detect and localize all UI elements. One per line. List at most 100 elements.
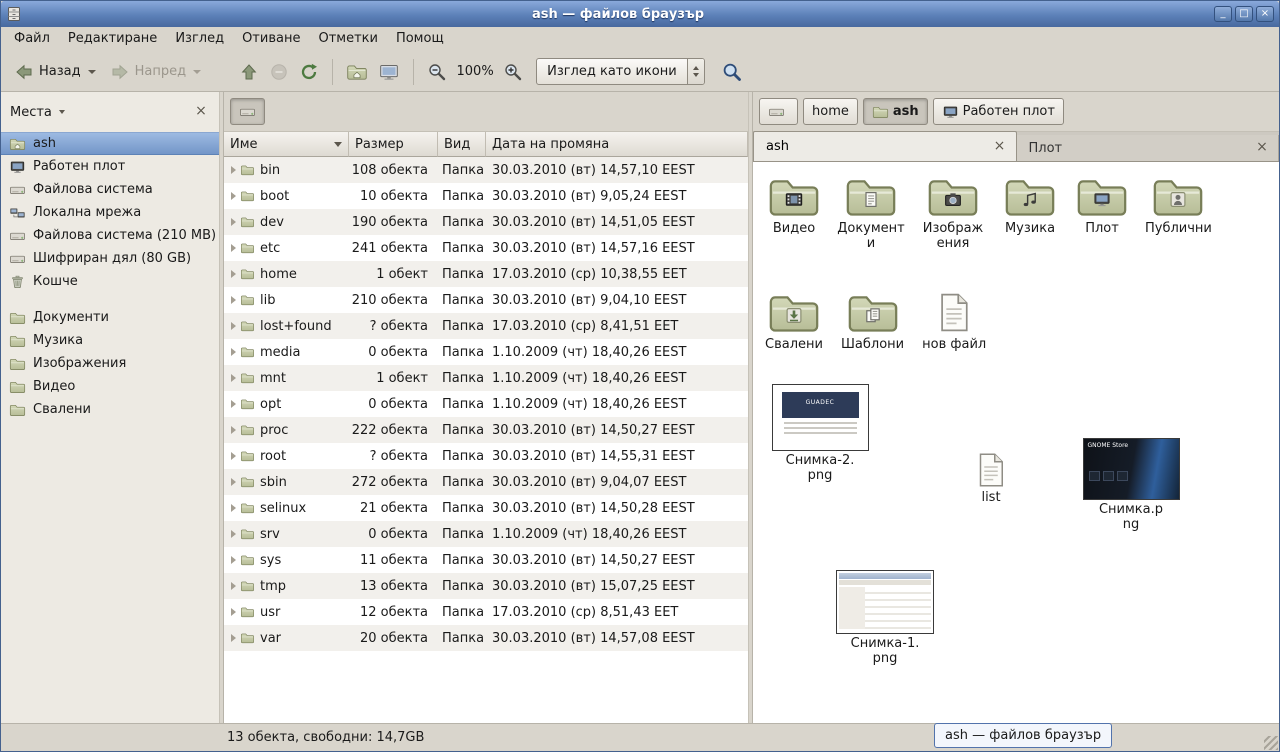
breadcrumb-button[interactable]: ash: [863, 98, 928, 125]
icon-view-item[interactable]: Плот: [1073, 174, 1131, 237]
tree-row[interactable]: sys 11 обекта Папка 30.03.2010 (вт) 14,5…: [224, 547, 748, 573]
sidebar-place-item[interactable]: Локална мрежа: [1, 201, 219, 224]
sidebar-bookmark-item[interactable]: Свалени: [1, 398, 219, 421]
tree-row[interactable]: root ? обекта Папка 30.03.2010 (вт) 14,5…: [224, 443, 748, 469]
minimize-button[interactable]: _: [1214, 6, 1232, 22]
sidebar-title[interactable]: Места: [10, 105, 52, 120]
expander-icon[interactable]: [231, 192, 236, 200]
icon-view-item[interactable]: list: [939, 450, 1043, 506]
sidebar-pane-caret-icon[interactable]: [59, 110, 65, 114]
expander-icon[interactable]: [231, 244, 236, 252]
tree-row[interactable]: lost+found ? обекта Папка 17.03.2010 (ср…: [224, 313, 748, 339]
expander-icon[interactable]: [231, 296, 236, 304]
expander-icon[interactable]: [231, 374, 236, 382]
reload-button[interactable]: [294, 58, 324, 86]
sidebar-bookmark-item[interactable]: Музика: [1, 329, 219, 352]
back-button[interactable]: Назад: [7, 58, 103, 86]
menu-item[interactable]: Отметки: [309, 27, 386, 52]
icon-view-item[interactable]: Шаблони: [841, 290, 904, 353]
sidebar-place-item[interactable]: Работен плот: [1, 155, 219, 178]
tree-row[interactable]: var 20 обекта Папка 30.03.2010 (вт) 14,5…: [224, 625, 748, 651]
tree-row[interactable]: etc 241 обекта Папка 30.03.2010 (вт) 14,…: [224, 235, 748, 261]
maximize-button[interactable]: □: [1235, 6, 1253, 22]
menu-item[interactable]: Редактиране: [59, 27, 166, 52]
expander-icon[interactable]: [231, 582, 236, 590]
icon-view-item[interactable]: Музика: [1001, 174, 1059, 237]
expander-icon[interactable]: [231, 348, 236, 356]
tree-row[interactable]: srv 0 обекта Папка 1.10.2009 (чт) 18,40,…: [224, 521, 748, 547]
icon-view-item[interactable]: Документи: [837, 174, 905, 252]
tree-row[interactable]: home 1 обект Папка 17.03.2010 (ср) 10,38…: [224, 261, 748, 287]
expander-icon[interactable]: [231, 504, 236, 512]
icon-view-item[interactable]: GNOME Store Снимка.png: [1079, 438, 1183, 533]
expander-icon[interactable]: [231, 218, 236, 226]
root-breadcrumb-button[interactable]: [230, 98, 265, 125]
expander-icon[interactable]: [231, 270, 236, 278]
tab-close-button[interactable]: ×: [1254, 140, 1270, 156]
icon-view-item[interactable]: Видео: [765, 174, 823, 237]
expander-icon[interactable]: [231, 608, 236, 616]
expander-icon[interactable]: [231, 166, 236, 174]
expander-icon[interactable]: [231, 322, 236, 330]
tree-row[interactable]: boot 10 обекта Папка 30.03.2010 (вт) 9,0…: [224, 183, 748, 209]
icon-view[interactable]: Видео Документи: [753, 162, 1279, 723]
search-button[interactable]: [717, 58, 747, 86]
icon-view-item[interactable]: Свалени: [765, 290, 823, 353]
icon-view-item[interactable]: GUADEC Снимка-2.png: [768, 384, 872, 484]
tab[interactable]: Плот ×: [1017, 135, 1280, 161]
sidebar-place-item[interactable]: Кошче: [1, 270, 219, 293]
expander-icon[interactable]: [231, 634, 236, 642]
computer-button[interactable]: [373, 59, 405, 85]
resize-grip[interactable]: [1264, 736, 1278, 750]
sidebar-place-item[interactable]: ash: [1, 132, 219, 155]
tree-row[interactable]: sbin 272 обекта Папка 30.03.2010 (вт) 9,…: [224, 469, 748, 495]
forward-button[interactable]: Напред: [103, 58, 208, 86]
back-history-caret-icon[interactable]: [88, 70, 96, 74]
tree-row[interactable]: mnt 1 обект Папка 1.10.2009 (чт) 18,40,2…: [224, 365, 748, 391]
home-button[interactable]: [341, 59, 373, 85]
tree-row[interactable]: tmp 13 обекта Папка 30.03.2010 (вт) 15,0…: [224, 573, 748, 599]
icon-view-item[interactable]: Публични: [1145, 174, 1212, 237]
menu-item[interactable]: Файл: [5, 27, 59, 52]
up-button[interactable]: [234, 58, 264, 86]
column-header-type[interactable]: Вид: [438, 132, 486, 157]
column-header-size[interactable]: Размер: [349, 132, 438, 157]
stop-button[interactable]: [264, 58, 294, 86]
tab[interactable]: ash ×: [753, 131, 1017, 161]
expander-icon[interactable]: [231, 478, 236, 486]
expander-icon[interactable]: [231, 426, 236, 434]
expander-icon[interactable]: [231, 556, 236, 564]
menu-item[interactable]: Изглед: [166, 27, 233, 52]
sidebar-bookmark-item[interactable]: Документи: [1, 306, 219, 329]
breadcrumb-button[interactable]: Работен плот: [933, 98, 1064, 125]
breadcrumb-button[interactable]: home: [803, 98, 858, 125]
tree-row[interactable]: opt 0 обекта Папка 1.10.2009 (чт) 18,40,…: [224, 391, 748, 417]
sidebar-bookmark-item[interactable]: Изображения: [1, 352, 219, 375]
zoom-out-button[interactable]: [422, 58, 452, 86]
tab-close-button[interactable]: ×: [992, 139, 1008, 155]
view-mode-select[interactable]: Изглед като икони: [536, 58, 705, 85]
tree-row[interactable]: dev 190 обекта Папка 30.03.2010 (вт) 14,…: [224, 209, 748, 235]
expander-icon[interactable]: [231, 452, 236, 460]
titlebar[interactable]: ash — файлов браузър _ □ ×: [1, 1, 1279, 27]
sidebar-place-item[interactable]: Файлова система: [1, 178, 219, 201]
tree-row[interactable]: usr 12 обекта Папка 17.03.2010 (ср) 8,51…: [224, 599, 748, 625]
column-header-name[interactable]: Име: [224, 132, 349, 157]
tree-row[interactable]: bin 108 обекта Папка 30.03.2010 (вт) 14,…: [224, 157, 748, 183]
tree-row[interactable]: lib 210 обекта Папка 30.03.2010 (вт) 9,0…: [224, 287, 748, 313]
zoom-in-button[interactable]: [498, 58, 528, 86]
tree-row[interactable]: proc 222 обекта Папка 30.03.2010 (вт) 14…: [224, 417, 748, 443]
expander-icon[interactable]: [231, 400, 236, 408]
view-mode-spinner[interactable]: [687, 59, 704, 84]
menu-item[interactable]: Отиване: [233, 27, 309, 52]
icon-view-item[interactable]: Снимка-1.png: [833, 570, 937, 667]
icon-view-item[interactable]: Изображения: [919, 174, 987, 252]
close-button[interactable]: ×: [1256, 6, 1274, 22]
tree-row[interactable]: media 0 обекта Папка 1.10.2009 (чт) 18,4…: [224, 339, 748, 365]
tree-row[interactable]: selinux 21 обекта Папка 30.03.2010 (вт) …: [224, 495, 748, 521]
sidebar-bookmark-item[interactable]: Видео: [1, 375, 219, 398]
sidebar-place-item[interactable]: Шифриран дял (80 GB): [1, 247, 219, 270]
breadcrumb-button[interactable]: [759, 98, 798, 125]
menu-item[interactable]: Помощ: [387, 27, 453, 52]
sidebar-close-button[interactable]: ×: [193, 104, 209, 120]
